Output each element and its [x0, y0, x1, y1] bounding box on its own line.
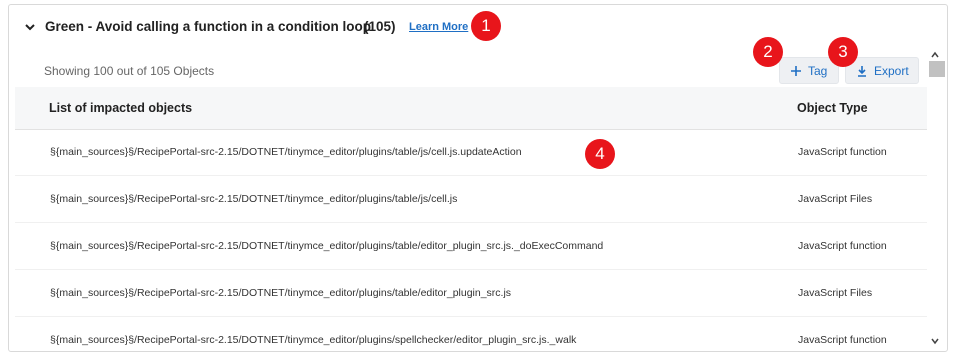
export-button[interactable]: Export	[845, 57, 919, 84]
tag-button[interactable]: Tag	[779, 57, 839, 84]
rule-count: (105)	[364, 19, 396, 34]
column-header-objects[interactable]: List of impacted objects	[49, 101, 192, 115]
object-type: JavaScript Files	[798, 287, 873, 299]
learn-more-link[interactable]: Learn More	[409, 21, 468, 33]
table-row[interactable]: §{main_sources}§/RecipePortal-src-2.15/D…	[15, 317, 927, 351]
rule-title: Green - Avoid calling a function in a co…	[45, 19, 372, 34]
export-button-label: Export	[874, 63, 909, 78]
table-row[interactable]: §{main_sources}§/RecipePortal-src-2.15/D…	[15, 270, 927, 317]
objects-toolbar: Showing 100 out of 105 Objects Tag Expor…	[15, 51, 927, 87]
showing-count-text: Showing 100 out of 105 Objects	[44, 64, 215, 78]
object-path: §{main_sources}§/RecipePortal-src-2.15/D…	[50, 193, 458, 205]
table-row[interactable]: §{main_sources}§/RecipePortal-src-2.15/D…	[15, 223, 927, 270]
chevron-up-icon[interactable]	[930, 47, 940, 58]
annotation-badge-4: 4	[585, 139, 615, 169]
object-type: JavaScript function	[798, 240, 887, 252]
object-type: JavaScript Files	[798, 193, 873, 205]
download-icon	[856, 65, 868, 77]
object-path: §{main_sources}§/RecipePortal-src-2.15/D…	[50, 146, 522, 158]
table-header: List of impacted objects Object Type	[15, 87, 927, 130]
object-path: §{main_sources}§/RecipePortal-src-2.15/D…	[50, 287, 512, 299]
table-row[interactable]: §{main_sources}§/RecipePortal-src-2.15/D…	[15, 129, 927, 176]
table-row[interactable]: §{main_sources}§/RecipePortal-src-2.15/D…	[15, 176, 927, 223]
object-type: JavaScript function	[798, 334, 887, 346]
annotation-badge-3: 3	[828, 37, 858, 67]
object-path: §{main_sources}§/RecipePortal-src-2.15/D…	[50, 334, 577, 346]
scroll-thumb[interactable]	[929, 61, 945, 77]
object-type: JavaScript function	[798, 146, 887, 158]
object-path: §{main_sources}§/RecipePortal-src-2.15/D…	[50, 240, 604, 252]
chevron-down-icon[interactable]	[23, 20, 37, 34]
plus-icon	[790, 65, 802, 77]
rule-panel: Green - Avoid calling a function in a co…	[8, 4, 948, 352]
objects-table-body: §{main_sources}§/RecipePortal-src-2.15/D…	[15, 129, 927, 351]
column-header-type[interactable]: Object Type	[797, 101, 868, 115]
annotation-badge-2: 2	[753, 37, 783, 67]
annotation-badge-1: 1	[471, 11, 501, 41]
tag-button-label: Tag	[808, 63, 828, 78]
vertical-scrollbar[interactable]	[927, 45, 945, 345]
chevron-down-icon[interactable]	[930, 333, 940, 345]
scroll-track[interactable]	[929, 61, 945, 329]
